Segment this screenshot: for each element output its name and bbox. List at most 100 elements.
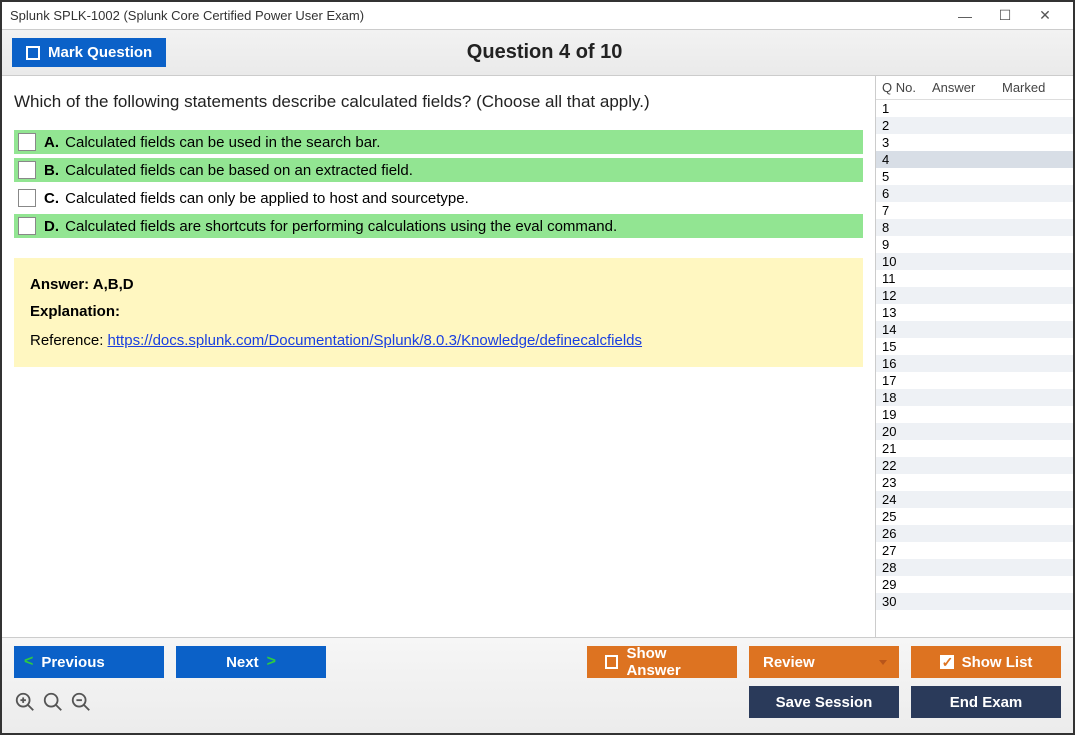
question-list-row[interactable]: 11	[876, 270, 1073, 287]
option-row[interactable]: C. Calculated fields can only be applied…	[14, 186, 863, 210]
question-list-row[interactable]: 22	[876, 457, 1073, 474]
zoom-reset-icon[interactable]	[14, 691, 36, 713]
previous-label: Previous	[41, 654, 104, 671]
mark-question-button[interactable]: Mark Question	[12, 38, 166, 67]
next-button[interactable]: Next >	[176, 646, 326, 678]
option-checkbox[interactable]	[18, 217, 36, 235]
question-list-row[interactable]: 19	[876, 406, 1073, 423]
question-list-row[interactable]: 18	[876, 389, 1073, 406]
question-list-row[interactable]: 9	[876, 236, 1073, 253]
window-title: Splunk SPLK-1002 (Splunk Core Certified …	[10, 8, 945, 23]
qrow-number: 9	[882, 237, 932, 252]
option-letter: A.	[44, 134, 59, 151]
minimize-button[interactable]: —	[945, 5, 985, 27]
option-letter: C.	[44, 190, 59, 207]
save-session-button[interactable]: Save Session	[749, 686, 899, 718]
save-session-label: Save Session	[776, 694, 873, 711]
option-row[interactable]: B. Calculated fields can be based on an …	[14, 158, 863, 182]
qrow-number: 1	[882, 101, 932, 116]
question-list-row[interactable]: 28	[876, 559, 1073, 576]
question-list-row[interactable]: 10	[876, 253, 1073, 270]
end-exam-button[interactable]: End Exam	[911, 686, 1061, 718]
chevron-right-icon: >	[267, 653, 276, 671]
show-list-button[interactable]: Show List	[911, 646, 1061, 678]
qrow-number: 19	[882, 407, 932, 422]
option-row[interactable]: A. Calculated fields can be used in the …	[14, 130, 863, 154]
option-row[interactable]: D. Calculated fields are shortcuts for p…	[14, 214, 863, 238]
question-list-row[interactable]: 17	[876, 372, 1073, 389]
question-list-row[interactable]: 12	[876, 287, 1073, 304]
zoom-in-icon[interactable]	[42, 691, 64, 713]
question-list-row[interactable]: 13	[876, 304, 1073, 321]
show-answer-label: Show Answer	[626, 645, 719, 679]
chevron-left-icon: <	[24, 653, 33, 671]
qrow-number: 21	[882, 441, 932, 456]
answer-line: Answer: A,B,D	[30, 276, 847, 293]
question-list-row[interactable]: 15	[876, 338, 1073, 355]
qrow-number: 17	[882, 373, 932, 388]
qrow-number: 6	[882, 186, 932, 201]
option-checkbox[interactable]	[18, 161, 36, 179]
maximize-button[interactable]: ☐	[985, 5, 1025, 27]
qrow-number: 28	[882, 560, 932, 575]
question-list-row[interactable]: 30	[876, 593, 1073, 610]
review-dropdown[interactable]: Review	[749, 646, 899, 678]
previous-button[interactable]: < Previous	[14, 646, 164, 678]
qrow-number: 14	[882, 322, 932, 337]
review-label: Review	[763, 654, 815, 671]
question-counter: Question 4 of 10	[166, 41, 923, 64]
qrow-number: 7	[882, 203, 932, 218]
qrow-number: 5	[882, 169, 932, 184]
show-list-label: Show List	[962, 654, 1033, 671]
qrow-number: 29	[882, 577, 932, 592]
option-checkbox[interactable]	[18, 133, 36, 151]
footer-row-2: Save Session End Exam	[14, 686, 1061, 718]
qrow-number: 13	[882, 305, 932, 320]
question-list-row[interactable]: 29	[876, 576, 1073, 593]
question-list-row[interactable]: 8	[876, 219, 1073, 236]
question-list-row[interactable]: 14	[876, 321, 1073, 338]
question-list-row[interactable]: 16	[876, 355, 1073, 372]
question-list-row[interactable]: 20	[876, 423, 1073, 440]
question-list-row[interactable]: 4	[876, 151, 1073, 168]
zoom-controls	[14, 691, 92, 713]
question-list-row[interactable]: 6	[876, 185, 1073, 202]
show-answer-button[interactable]: Show Answer	[587, 646, 737, 678]
question-list-row[interactable]: 27	[876, 542, 1073, 559]
options-list: A. Calculated fields can be used in the …	[14, 126, 863, 242]
qrow-number: 18	[882, 390, 932, 405]
titlebar: Splunk SPLK-1002 (Splunk Core Certified …	[2, 2, 1073, 30]
reference-prefix: Reference:	[30, 332, 108, 349]
body-area: Which of the following statements descri…	[2, 76, 1073, 637]
option-text: Calculated fields can only be applied to…	[65, 190, 469, 207]
question-list-row[interactable]: 3	[876, 134, 1073, 151]
main-column: Which of the following statements descri…	[2, 76, 875, 637]
close-button[interactable]: ✕	[1025, 5, 1065, 27]
reference-line: Reference: https://docs.splunk.com/Docum…	[30, 332, 847, 349]
question-list-row[interactable]: 25	[876, 508, 1073, 525]
app-window: Splunk SPLK-1002 (Splunk Core Certified …	[0, 0, 1075, 735]
mark-checkbox-icon	[26, 46, 40, 60]
col-qno: Q No.	[882, 80, 932, 95]
question-list-row[interactable]: 23	[876, 474, 1073, 491]
question-list[interactable]: 1234567891011121314151617181920212223242…	[876, 100, 1073, 637]
option-letter: B.	[44, 162, 59, 179]
question-list-row[interactable]: 26	[876, 525, 1073, 542]
show-list-checkbox-icon	[940, 655, 954, 669]
question-list-row[interactable]: 5	[876, 168, 1073, 185]
question-list-row[interactable]: 7	[876, 202, 1073, 219]
qrow-number: 15	[882, 339, 932, 354]
zoom-out-icon[interactable]	[70, 691, 92, 713]
footer: < Previous Next > Show Answer Review Sho…	[2, 637, 1073, 733]
qrow-number: 8	[882, 220, 932, 235]
reference-link[interactable]: https://docs.splunk.com/Documentation/Sp…	[108, 332, 642, 349]
option-checkbox[interactable]	[18, 189, 36, 207]
qrow-number: 26	[882, 526, 932, 541]
qrow-number: 3	[882, 135, 932, 150]
question-list-row[interactable]: 21	[876, 440, 1073, 457]
qrow-number: 24	[882, 492, 932, 507]
qrow-number: 4	[882, 152, 932, 167]
question-list-row[interactable]: 2	[876, 117, 1073, 134]
question-list-row[interactable]: 24	[876, 491, 1073, 508]
question-list-row[interactable]: 1	[876, 100, 1073, 117]
